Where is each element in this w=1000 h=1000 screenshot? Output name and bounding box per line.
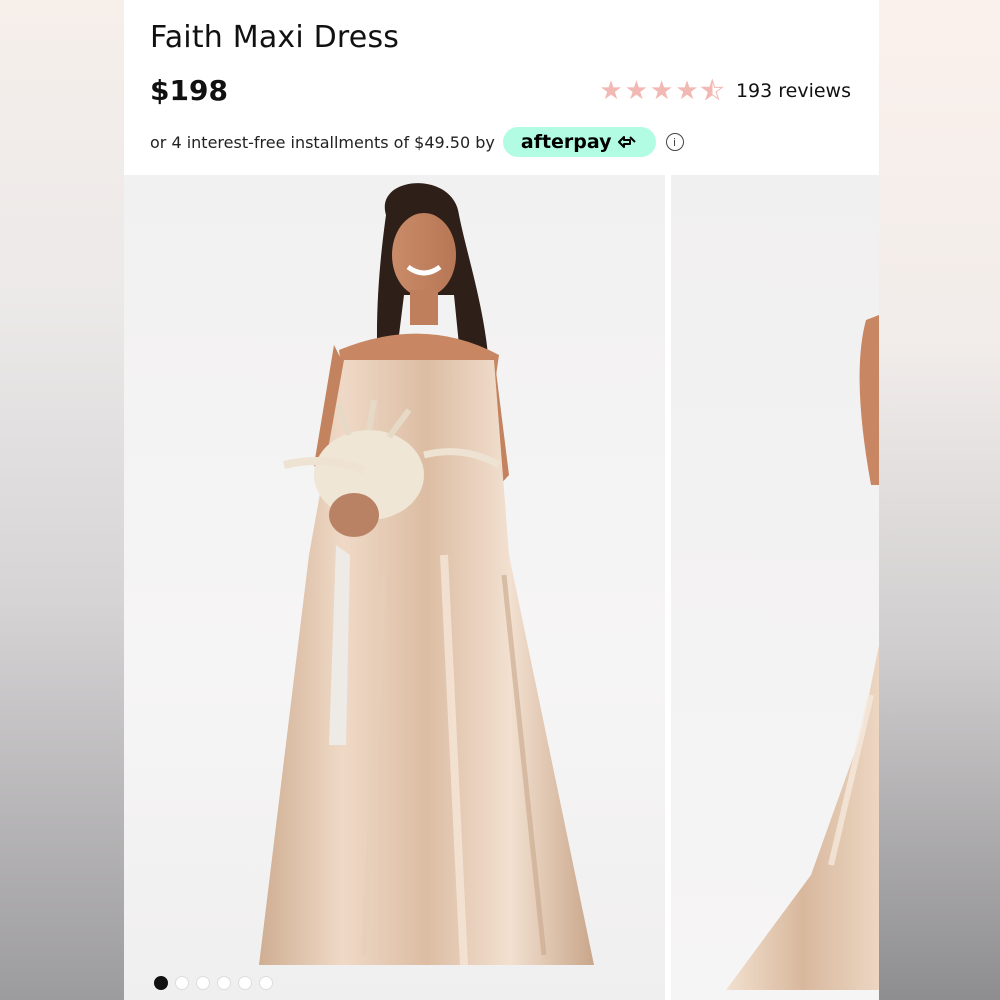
info-icon[interactable]: i: [665, 133, 684, 151]
carousel-pagination: [154, 976, 273, 990]
model-side-image: [726, 315, 879, 990]
product-title: Faith Maxi Dress: [150, 20, 400, 55]
afterpay-badge[interactable]: afterpay: [502, 127, 656, 157]
star-icon: ★: [675, 76, 699, 106]
product-page: Faith Maxi Dress $198 ★ ★ ★ ★ ★ 193 revi…: [124, 0, 879, 1000]
installments-text: or 4 interest-free installments of $49.5…: [150, 132, 495, 152]
product-price: $198: [150, 74, 228, 107]
carousel-dot[interactable]: [175, 976, 189, 990]
product-rating[interactable]: ★ ★ ★ ★ ★ 193 reviews: [599, 76, 851, 106]
afterpay-label: afterpay: [520, 131, 612, 153]
star-icon: ★: [650, 76, 674, 106]
rating-stars: ★ ★ ★ ★ ★: [599, 76, 724, 106]
installments-info: or 4 interest-free installments of $49.5…: [150, 127, 684, 157]
carousel-dot[interactable]: [217, 976, 231, 990]
carousel-dot[interactable]: [196, 976, 210, 990]
half-star-icon: ★: [700, 76, 724, 106]
blurred-background-right: [879, 0, 1000, 1000]
star-icon: ★: [624, 76, 649, 106]
afterpay-logo-icon: [617, 136, 636, 148]
carousel-dot[interactable]: [238, 976, 252, 990]
blurred-background-left: [0, 0, 124, 1000]
carousel-dot[interactable]: [259, 976, 273, 990]
carousel-dot[interactable]: [154, 976, 168, 990]
star-icon: ★: [599, 76, 623, 106]
product-image-main[interactable]: [124, 175, 665, 1000]
model-in-dress-image: [259, 183, 594, 966]
product-image-next[interactable]: [671, 175, 879, 1000]
product-image-carousel[interactable]: [124, 175, 879, 1000]
reviews-link[interactable]: 193 reviews: [736, 80, 851, 102]
